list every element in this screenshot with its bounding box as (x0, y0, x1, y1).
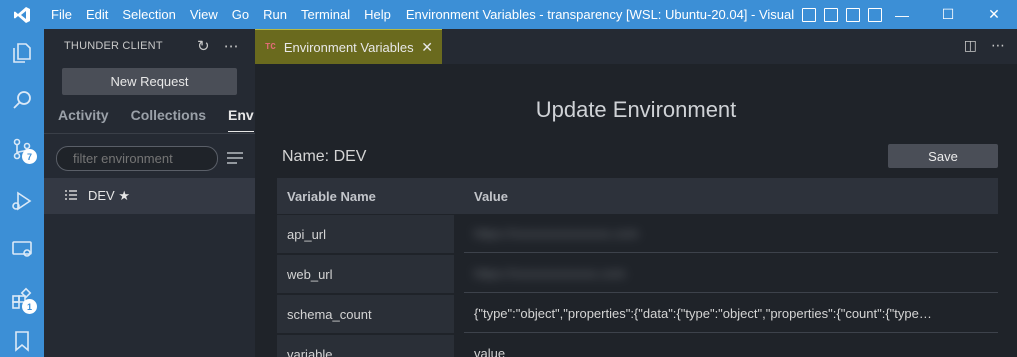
maximize-icon[interactable]: ☐ (925, 0, 971, 29)
new-request-button[interactable]: New Request (62, 68, 237, 95)
tab-env[interactable]: Env (228, 107, 254, 132)
menu-go[interactable]: Go (225, 0, 256, 29)
environment-name-label: Name: DEV (282, 148, 367, 165)
env-item-label: DEV ★ (88, 188, 130, 203)
close-window-icon[interactable]: ✕ (971, 0, 1017, 29)
variable-value-cell[interactable]: value (464, 335, 998, 357)
source-control-icon[interactable]: 7 (0, 127, 44, 171)
remote-explorer-icon[interactable] (0, 227, 44, 271)
variable-value-cell[interactable]: https://xxxxxxxxxxxxxxx.com (464, 215, 998, 253)
editor-actions: ◫ ⋯ (964, 37, 1005, 54)
table-row: schema_count {"type":"object","propertie… (277, 294, 998, 334)
menu-help[interactable]: Help (357, 0, 398, 29)
editor-tabs: TC Environment Variables ✕ ◫ ⋯ (255, 29, 1017, 64)
search-icon[interactable] (0, 78, 44, 122)
extensions-badge: 1 (22, 299, 37, 314)
variable-name-cell[interactable]: schema_count (277, 295, 454, 333)
explorer-icon[interactable] (0, 31, 44, 75)
env-item-dev[interactable]: DEV ★ (44, 178, 255, 214)
editor-area: TC Environment Variables ✕ ◫ ⋯ Update En… (255, 29, 1017, 357)
extensions-icon[interactable]: 1 (0, 277, 44, 321)
sidebar-divider (44, 133, 255, 134)
menu-file[interactable]: File (44, 0, 79, 29)
activity-bar: 7 1 (0, 29, 44, 357)
variable-name-cell[interactable]: variable (277, 335, 454, 357)
sidebar-header: THUNDER CLIENT ↻ ⋯ (44, 29, 255, 63)
variable-name-cell[interactable]: web_url (277, 255, 454, 293)
table-row: api_url https://xxxxxxxxxxxxxxx.com (277, 214, 998, 254)
thunder-client-sidebar: THUNDER CLIENT ↻ ⋯ New Request Activity … (44, 29, 255, 357)
blurred-value: https://xxxxxxxxxxxxxxx.com (474, 226, 639, 241)
filter-environment-input[interactable] (56, 146, 218, 171)
thunder-client-tab-icon: TC (265, 42, 276, 52)
menu-edit[interactable]: Edit (79, 0, 115, 29)
table-header: Variable Name Value (277, 178, 998, 214)
variable-value-cell[interactable]: {"type":"object","properties":{"data":{"… (464, 295, 998, 333)
toggle-secondary-sidebar-icon[interactable] (845, 7, 860, 22)
title-bar: File Edit Selection View Go Run Terminal… (0, 0, 1017, 29)
window-controls: — ☐ ✕ (879, 0, 1017, 29)
variables-table: Variable Name Value api_url https://xxxx… (277, 178, 998, 357)
vscode-logo-icon (0, 0, 44, 29)
save-button[interactable]: Save (888, 144, 998, 168)
bookmark-icon[interactable] (0, 319, 44, 357)
more-actions-icon[interactable]: ⋯ (224, 37, 239, 55)
minimize-icon[interactable]: — (879, 0, 925, 29)
layout-controls (801, 7, 882, 22)
variable-value-cell[interactable]: https://xxxxxxxxxxxxx.com (464, 255, 998, 293)
window-title: Environment Variables - transparency [WS… (405, 7, 796, 22)
tab-environment-variables[interactable]: TC Environment Variables ✕ (255, 29, 442, 64)
header-value: Value (474, 188, 508, 204)
refresh-icon[interactable]: ↻ (197, 37, 210, 55)
blurred-value: https://xxxxxxxxxxxxx.com (474, 266, 626, 281)
filter-menu-icon[interactable] (226, 151, 244, 165)
menu-terminal[interactable]: Terminal (294, 0, 357, 29)
tab-label: Environment Variables (283, 39, 414, 55)
editor-more-icon[interactable]: ⋯ (991, 37, 1005, 54)
toggle-panel-icon[interactable] (823, 7, 838, 22)
split-editor-icon[interactable]: ◫ (964, 37, 977, 54)
variable-name-cell[interactable]: api_url (277, 215, 454, 253)
table-row: web_url https://xxxxxxxxxxxxx.com (277, 254, 998, 294)
header-variable-name: Variable Name (287, 188, 376, 204)
scm-badge: 7 (22, 149, 37, 164)
menu-bar: File Edit Selection View Go Run Terminal… (44, 0, 398, 29)
sidebar-tabs: Activity Collections Env (58, 107, 254, 132)
tab-activity[interactable]: Activity (58, 107, 109, 132)
table-row: variable value (277, 334, 998, 357)
tab-collections[interactable]: Collections (131, 107, 206, 132)
close-tab-icon[interactable]: ✕ (421, 39, 433, 56)
sidebar-title: THUNDER CLIENT (64, 40, 163, 52)
page-title: Update Environment (535, 97, 737, 122)
menu-run[interactable]: Run (256, 0, 294, 29)
list-icon (64, 189, 78, 204)
toggle-sidebar-icon[interactable] (801, 7, 816, 22)
menu-selection[interactable]: Selection (115, 0, 182, 29)
run-debug-icon[interactable] (0, 179, 44, 223)
menu-view[interactable]: View (183, 0, 225, 29)
